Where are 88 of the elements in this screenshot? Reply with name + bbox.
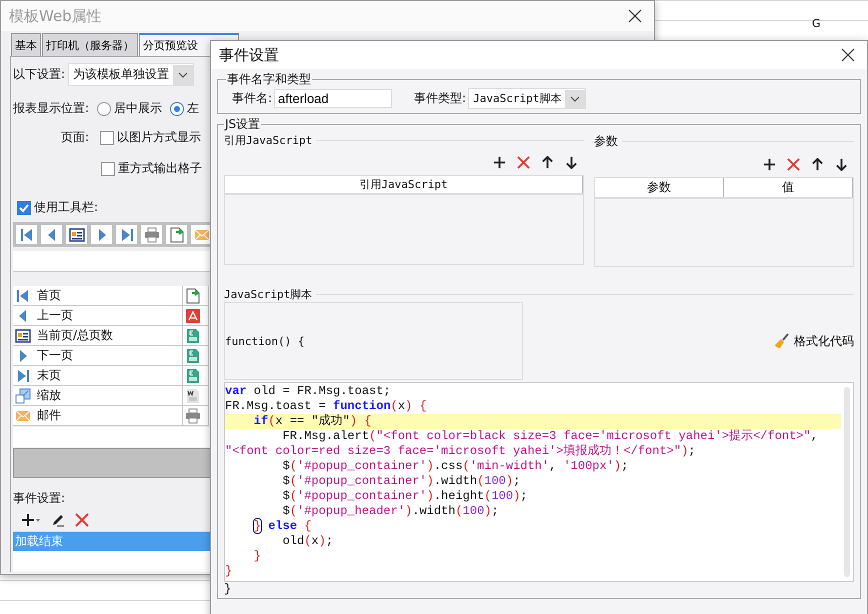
field-label: 页面: (60, 129, 89, 146)
add-icon[interactable] (763, 158, 776, 171)
code-line: FR.Msg.alert("<font color=black size=3 face='microsoft yahei'>提示</font>", (282, 429, 818, 444)
code-line: FR.Msg.toast = function(x) { (225, 399, 427, 414)
list-item[interactable]: 末页 (13, 366, 183, 386)
checkbox-label: 重方式输出格子 (118, 160, 202, 177)
checkbox[interactable] (101, 162, 115, 176)
window-title: 模板Web属性 (9, 6, 102, 26)
add-dropdown-icon[interactable] (21, 513, 41, 527)
section-title: 参数 (594, 133, 618, 150)
list-item[interactable]: 邮件 (13, 406, 183, 426)
event-type-dropdown[interactable]: JavaScript脚本 (468, 88, 586, 109)
delete-icon[interactable] (517, 156, 530, 169)
column-header: G (812, 17, 821, 30)
code-line: $('#popup_container').css('min-width', '100px'); (282, 459, 628, 474)
delete-icon[interactable] (75, 513, 89, 527)
add-icon[interactable] (493, 156, 506, 169)
code-line: var old = FR.Msg.toast; (225, 384, 391, 399)
edit-pencil-icon[interactable] (51, 513, 65, 527)
list-item[interactable]: 首页 (13, 286, 183, 306)
scrollbar[interactable] (844, 387, 850, 577)
field-label: 事件类型: (414, 90, 466, 107)
field-label: 事件名: (232, 90, 272, 107)
printer-icon (185, 408, 201, 424)
group-title: 事件名字和类型 (226, 71, 312, 88)
code-line: $('#popup_container').width(100); (282, 474, 520, 489)
list-item[interactable]: 下一页 (13, 346, 183, 366)
code-text: function() { (225, 334, 304, 348)
section-label: 事件设置: (13, 490, 66, 507)
delete-icon[interactable] (787, 158, 800, 171)
column-header: 引用JavaScript (225, 176, 583, 193)
chevron-down-icon (178, 72, 188, 78)
column-header: 参数 (595, 178, 724, 197)
export-document-icon (168, 226, 184, 242)
printer-icon (144, 226, 160, 242)
event-name-field[interactable]: afterload (274, 89, 392, 108)
format-code-button[interactable]: 格式化代码 (774, 332, 854, 350)
tab[interactable]: 基本 (11, 33, 41, 56)
list-item[interactable]: 当前页/总页数 (13, 326, 183, 346)
move-up-icon[interactable] (811, 158, 824, 171)
checkbox[interactable] (100, 130, 114, 144)
first-page-icon (15, 288, 31, 304)
group-title: JS设置 (224, 116, 262, 133)
list-item[interactable]: 上一页 (13, 306, 183, 326)
first-page-icon (18, 226, 34, 242)
section-title: JavaScript脚本 (224, 287, 312, 302)
list-item[interactable]: 缩放 (13, 386, 183, 406)
radio-label: 居中展示 (114, 100, 162, 117)
code-line: old(x); (282, 534, 334, 549)
tab[interactable]: 打印机（服务器） (42, 33, 138, 56)
chevron-down-icon (570, 96, 580, 102)
column-header: 值 (724, 178, 853, 197)
list-item[interactable] (183, 406, 209, 426)
close-icon[interactable] (628, 9, 642, 23)
code-line: "<font color=red size=3 face='microsoft yahei'>填报成功！</font>"); (225, 444, 696, 459)
move-down-icon[interactable] (835, 158, 848, 171)
code-line: if(x == "成功") { (252, 414, 372, 429)
spreadsheet-icon (185, 348, 201, 364)
move-up-icon[interactable] (541, 156, 554, 169)
list-item[interactable] (183, 306, 209, 326)
radio-button[interactable] (97, 102, 112, 116)
code-line: $('#popup_container').height(100); (282, 489, 528, 504)
checkbox-label: 以图片方式显示 (117, 129, 201, 146)
radio-label: 左 (187, 100, 200, 117)
code-text: } (224, 582, 232, 596)
move-down-icon[interactable] (565, 156, 578, 169)
field-label: 以下设置: (13, 66, 66, 83)
list-item[interactable] (183, 386, 209, 406)
radio-button[interactable] (170, 102, 184, 116)
code-line: } else { (252, 519, 312, 534)
checkbox[interactable] (17, 200, 31, 214)
last-page-icon (15, 368, 31, 384)
word-document-icon (185, 388, 201, 404)
page-card-icon (68, 226, 84, 242)
broom-icon (774, 333, 790, 349)
code-line: } (225, 564, 232, 579)
list-item[interactable] (183, 286, 209, 306)
code-line: $('#popup_header').width(100); (282, 504, 499, 519)
code-editor[interactable] (224, 382, 854, 582)
setting-dropdown[interactable]: 为该模板单独设置 (68, 63, 194, 86)
checkbox-label: 使用工具栏: (34, 199, 98, 216)
pdf-icon (185, 308, 201, 324)
spreadsheet-icon (185, 328, 201, 344)
code-line: } (252, 549, 262, 564)
spreadsheet-icon (185, 368, 201, 384)
close-icon[interactable] (841, 48, 855, 62)
section-title: 引用JavaScript (224, 133, 312, 148)
field-label: 报表显示位置: (13, 100, 90, 117)
